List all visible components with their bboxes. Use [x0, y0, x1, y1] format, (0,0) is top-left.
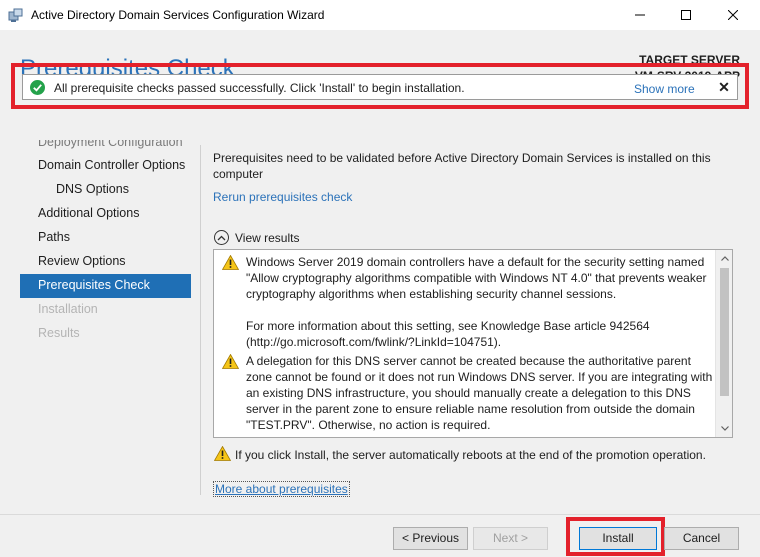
result-entry-text: A delegation for this DNS server cannot … — [246, 354, 713, 432]
nav-item-domain-controller-options[interactable]: Domain Controller Options — [20, 154, 191, 178]
banner-message: All prerequisite checks passed successfu… — [54, 81, 465, 95]
nav-divider — [200, 145, 201, 495]
prerequisites-success-banner: All prerequisite checks passed successfu… — [22, 74, 738, 100]
success-check-icon — [30, 80, 45, 95]
close-button[interactable] — [710, 0, 756, 30]
ad-wizard-app-icon — [8, 7, 24, 23]
next-button: Next > — [473, 527, 548, 550]
title-bar: Active Directory Domain Services Configu… — [0, 0, 760, 30]
minimize-button[interactable] — [617, 0, 663, 30]
warning-icon — [213, 445, 232, 464]
reboot-warning-text: If you click Install, the server automat… — [235, 448, 706, 462]
banner-close-icon[interactable]: ✕ — [716, 79, 732, 95]
nav-item-additional-options[interactable]: Additional Options — [20, 202, 191, 226]
maximize-button[interactable] — [663, 0, 709, 30]
nav-item-review-options[interactable]: Review Options — [20, 250, 191, 274]
nav-item-results: Results — [38, 326, 80, 340]
results-content: Windows Server 2019 domain controllers h… — [214, 250, 716, 437]
rerun-prerequisites-link[interactable]: Rerun prerequisites check — [213, 190, 352, 204]
results-scrollbar[interactable] — [715, 250, 732, 437]
more-about-prerequisites-link[interactable]: More about prerequisites — [213, 481, 350, 497]
close-icon — [728, 10, 738, 20]
previous-button[interactable]: < Previous — [393, 527, 468, 550]
nav-item-paths[interactable]: Paths — [20, 226, 191, 250]
warning-icon — [221, 254, 240, 273]
collapse-chevron-up-icon — [214, 230, 229, 245]
reboot-warning: If you click Install, the server automat… — [213, 445, 706, 464]
scroll-thumb[interactable] — [720, 268, 729, 396]
view-results-toggle[interactable]: View results — [214, 230, 299, 245]
prerequisites-intro: Prerequisites need to be validated befor… — [213, 151, 711, 181]
scroll-up-arrow-icon[interactable] — [716, 250, 732, 267]
install-button[interactable]: Install — [579, 527, 657, 550]
minimize-icon — [635, 14, 645, 16]
result-entry-text: Windows Server 2019 domain controllers h… — [246, 255, 707, 349]
nav-item-installation: Installation — [38, 302, 98, 316]
warning-icon — [221, 353, 240, 372]
cancel-button[interactable]: Cancel — [664, 527, 739, 550]
results-list[interactable]: Windows Server 2019 domain controllers h… — [213, 249, 733, 438]
scroll-down-arrow-icon[interactable] — [716, 420, 732, 437]
maximize-icon — [681, 10, 691, 20]
nav-item-deployment-configuration[interactable]: Deployment Configuration — [20, 140, 191, 154]
show-more-link[interactable]: Show more — [634, 82, 695, 96]
wizard-button-bar: < Previous Next > Install Cancel — [0, 514, 760, 557]
view-results-label: View results — [235, 230, 300, 245]
window-title: Active Directory Domain Services Configu… — [31, 8, 325, 22]
nav-item-prerequisites-check[interactable]: Prerequisites Check — [20, 274, 191, 298]
wizard-navigation: Deployment Configuration Domain Controll… — [20, 140, 191, 346]
nav-item-dns-options[interactable]: DNS Options — [20, 178, 191, 202]
